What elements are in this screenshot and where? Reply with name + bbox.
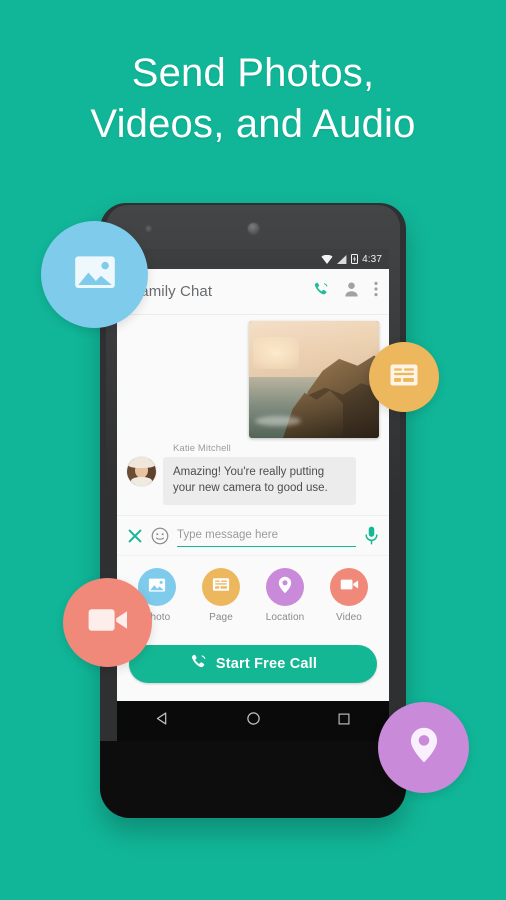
- message-bubble: Amazing! You're really putting your new …: [163, 457, 356, 505]
- video-icon: [340, 578, 359, 596]
- attachment-location[interactable]: Location: [256, 568, 314, 623]
- photo-surf: [255, 416, 301, 426]
- close-icon[interactable]: [127, 528, 143, 544]
- message-sender: Katie Mitchell: [173, 443, 231, 454]
- proximity-sensor-icon: [145, 225, 152, 232]
- cta-area: Start Free Call: [117, 631, 389, 697]
- signal-icon: [337, 254, 347, 264]
- battery-charging-icon: [351, 254, 359, 264]
- message-composer: Type message here: [117, 515, 389, 555]
- nav-home-icon[interactable]: [246, 711, 261, 731]
- front-camera-icon: [247, 222, 260, 235]
- floating-video-circle: [63, 578, 152, 667]
- headline-line-2: Videos, and Audio: [90, 102, 416, 146]
- app-bar-title: Family Chat: [131, 283, 213, 300]
- phone-icon: [189, 653, 207, 676]
- floating-photo-circle: [41, 221, 148, 328]
- video-icon: [87, 606, 129, 639]
- conversation-area: Katie Mitchell Amazing! You're really pu…: [117, 315, 389, 515]
- emoji-icon[interactable]: [151, 527, 169, 545]
- status-bar: 4:37: [117, 249, 389, 269]
- message-input-placeholder: Type message here: [177, 528, 279, 541]
- app-bar-actions: [312, 281, 378, 303]
- wifi-icon: [321, 254, 333, 264]
- photo-sun-glow: [253, 337, 299, 369]
- message-input[interactable]: Type message here: [177, 525, 356, 547]
- attachment-video[interactable]: Video: [320, 568, 378, 623]
- attachment-video-label: Video: [336, 612, 362, 623]
- floating-location-circle: [378, 702, 469, 793]
- start-free-call-button[interactable]: Start Free Call: [129, 645, 377, 683]
- overflow-menu-icon[interactable]: [374, 281, 378, 302]
- app-bar: Family Chat: [117, 269, 389, 315]
- attachment-video-circle: [330, 568, 368, 606]
- nav-back-icon[interactable]: [155, 711, 170, 731]
- phone-bottom-bezel: [100, 741, 406, 818]
- phone-mockup: 4:37 Family Chat Katie Mitchell Amazing!…: [100, 203, 406, 818]
- page-icon: [212, 577, 230, 597]
- start-free-call-label: Start Free Call: [215, 656, 318, 672]
- page-title: Send Photos, Videos, and Audio: [0, 48, 506, 150]
- attachment-page-label: Page: [209, 612, 233, 623]
- mic-icon[interactable]: [364, 526, 379, 545]
- image-icon: [148, 577, 166, 598]
- android-nav-bar: [117, 701, 389, 741]
- attachment-page[interactable]: Page: [192, 568, 250, 623]
- page-icon: [389, 363, 419, 392]
- location-icon: [278, 576, 292, 599]
- call-icon[interactable]: [312, 281, 329, 303]
- attachment-options: Photo Page Location Video: [117, 555, 389, 631]
- headline-line-1: Send Photos,: [131, 51, 375, 95]
- status-bar-clock: 4:37: [362, 253, 382, 265]
- nav-recents-icon[interactable]: [337, 712, 351, 731]
- message-row: Katie Mitchell Amazing! You're really pu…: [127, 443, 356, 505]
- location-icon: [409, 726, 439, 769]
- photo-attachment[interactable]: [249, 321, 379, 438]
- contact-icon[interactable]: [344, 281, 359, 302]
- image-icon: [73, 253, 117, 296]
- floating-page-circle: [369, 342, 439, 412]
- attachment-location-label: Location: [265, 612, 305, 623]
- phone-top-bezel: [100, 203, 406, 249]
- avatar: [127, 457, 156, 486]
- attachment-location-circle: [266, 568, 304, 606]
- attachment-page-circle: [202, 568, 240, 606]
- phone-screen: 4:37 Family Chat Katie Mitchell Amazing!…: [117, 249, 389, 701]
- message-column: Katie Mitchell Amazing! You're really pu…: [163, 443, 356, 505]
